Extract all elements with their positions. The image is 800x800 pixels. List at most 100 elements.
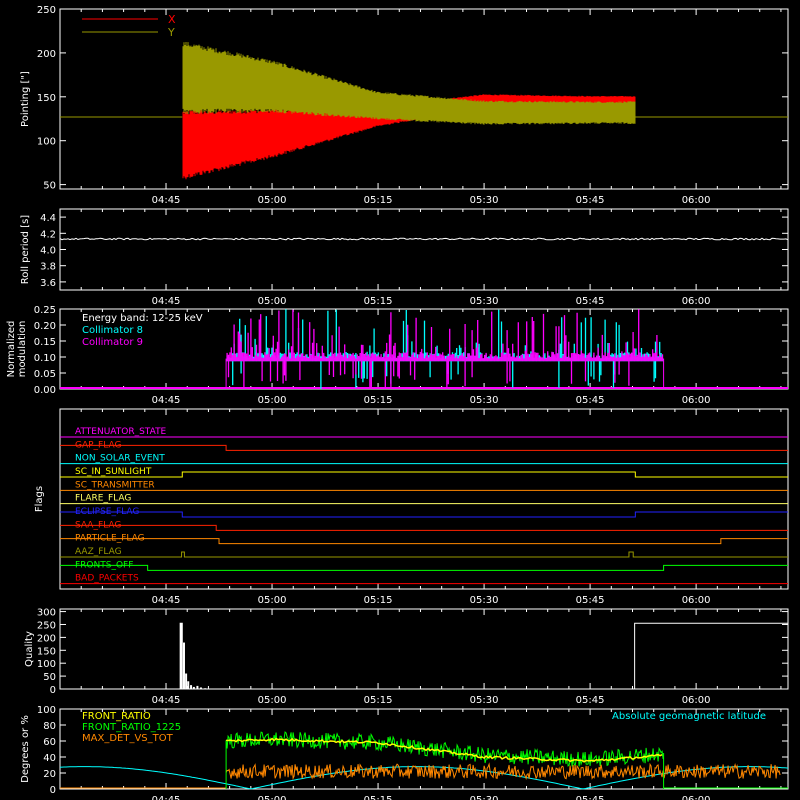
quality-bar bbox=[204, 688, 207, 689]
quality-bar bbox=[190, 685, 193, 689]
flag-line-eclipse-flag bbox=[60, 511, 788, 518]
flag-label-sc-in-sunlight: SC_IN_SUNLIGHT bbox=[75, 467, 152, 477]
y-tick-label: 150 bbox=[37, 646, 56, 657]
x-tick-label: 05:00 bbox=[258, 296, 287, 307]
panel-pointing: 04:45 05:00 05:15 05:30 05:45 06:00 50 100 150 20… bbox=[20, 5, 789, 206]
x-tick-label: 05:30 bbox=[470, 195, 499, 206]
quality-bar bbox=[196, 685, 199, 689]
x-tick-label: 05:15 bbox=[364, 195, 393, 206]
flag-line-gap-flag bbox=[60, 444, 788, 451]
x-tick-label: 05:00 bbox=[258, 595, 287, 606]
y-tick-label: 3.8 bbox=[40, 262, 56, 273]
x-tick-label: 05:45 bbox=[576, 695, 605, 706]
x-tick-label: 05:30 bbox=[470, 595, 499, 606]
quality-segment bbox=[179, 622, 183, 689]
x-tick-label: 05:30 bbox=[470, 795, 499, 800]
quality-segment bbox=[634, 622, 789, 689]
flag-line-saa-flag bbox=[60, 524, 788, 531]
legend-label-front-ratio-1225: FRONT_RATIO_1225 bbox=[82, 722, 181, 733]
y-axis-label: modulation bbox=[17, 321, 28, 378]
y-tick-label: 60 bbox=[43, 737, 56, 748]
y-tick-label: 50 bbox=[43, 181, 56, 192]
x-tick-label: 06:00 bbox=[682, 695, 711, 706]
collimator-9-bars bbox=[226, 309, 664, 389]
y-tick-label: 0.05 bbox=[34, 369, 56, 380]
flag-label-particle-flag: PARTICLE_FLAG bbox=[75, 534, 145, 544]
x-tick-label: 06:00 bbox=[682, 395, 711, 406]
x-tick-label: 04:45 bbox=[152, 695, 181, 706]
x-tick-label: 06:00 bbox=[682, 595, 711, 606]
chart-figure: 04:45 05:00 05:15 05:30 05:45 06:00 50 100 150 20… bbox=[0, 0, 800, 800]
plot-frame bbox=[59, 608, 789, 690]
x-tick-label: 05:45 bbox=[576, 395, 605, 406]
x-tick-label: 05:45 bbox=[576, 296, 605, 307]
x-tick-label: 04:45 bbox=[152, 595, 181, 606]
panel-roll: 04:45 05:00 05:15 05:30 05:45 06:00 3.6 3.8 4.0 4… bbox=[20, 208, 789, 307]
y-tick-label: 150 bbox=[37, 93, 56, 104]
flag-label-eclipse-flag: ECLIPSE_FLAG bbox=[75, 507, 139, 517]
y-tick-label: 100 bbox=[37, 705, 56, 716]
panel-flags: 04:45 05:00 05:15 05:30 05:45 06:00 Flags ATTEN… bbox=[34, 408, 789, 606]
y-tick-label: 100 bbox=[37, 659, 56, 670]
y-tick-label: 250 bbox=[37, 620, 56, 631]
x-tick-label: 06:00 bbox=[682, 195, 711, 206]
panel-quality: 04:45 05:00 05:15 05:30 05:45 06:00 0 50 100 150 2… bbox=[24, 608, 789, 706]
flag-label-saa-flag: SAA_FLAG bbox=[75, 520, 121, 530]
legend-label-y: Y bbox=[167, 26, 175, 39]
y-tick-label: 80 bbox=[43, 721, 56, 732]
y-tick-label: 20 bbox=[43, 769, 56, 780]
flag-label-flare-flag: FLARE_FLAG bbox=[75, 494, 131, 504]
x-tick-label: 05:15 bbox=[364, 795, 393, 800]
plot-frame bbox=[59, 408, 789, 590]
quality-bar bbox=[199, 687, 202, 689]
roll-period-line bbox=[59, 237, 789, 241]
x-tick-label: 05:00 bbox=[258, 795, 287, 800]
flag-label-bad-packets: BAD_PACKETS bbox=[75, 574, 139, 584]
flag-line-particle-flag bbox=[60, 538, 788, 545]
max-det-vs-tot-line bbox=[225, 762, 781, 781]
y-tick-label: 250 bbox=[37, 5, 56, 16]
flag-label-gap-flag: GAP_FLAG bbox=[75, 440, 121, 450]
flag-line-fronts-off bbox=[60, 564, 788, 571]
x-tick-label: 05:45 bbox=[576, 595, 605, 606]
x-tick-label: 05:15 bbox=[364, 595, 393, 606]
legend-label-max-det-vs-tot: MAX_DET_VS_TOT bbox=[82, 733, 174, 744]
x-tick-label: 05:00 bbox=[258, 195, 287, 206]
y-tick-label: 0.00 bbox=[34, 385, 56, 396]
flag-label-fronts-off: FRONTS_OFF bbox=[75, 560, 133, 570]
x-tick-label: 05:15 bbox=[364, 296, 393, 307]
y-axis-label: Roll period [s] bbox=[20, 215, 31, 284]
flag-label-aaz-flag: AAZ_FLAG bbox=[75, 547, 122, 557]
x-tick-label: 05:00 bbox=[258, 395, 287, 406]
y-tick-label: 200 bbox=[37, 49, 56, 60]
x-tick-label: 05:00 bbox=[258, 695, 287, 706]
quality-bar bbox=[187, 681, 190, 689]
y-tick-label: 40 bbox=[43, 753, 56, 764]
y-tick-label: 4.4 bbox=[40, 213, 56, 224]
x-tick-label: 05:45 bbox=[576, 195, 605, 206]
y-axis-label: Pointing ["] bbox=[20, 71, 31, 127]
y-axis-label: Degrees or % bbox=[20, 715, 31, 783]
x-tick-label: 05:30 bbox=[470, 395, 499, 406]
y-axis-label: Quality bbox=[24, 631, 35, 667]
y-tick-label: 0.15 bbox=[34, 337, 56, 348]
legend-label-front-ratio: FRONT_RATIO bbox=[82, 711, 151, 722]
x-tick-label: 06:00 bbox=[682, 795, 711, 800]
y-tick-label: 0.20 bbox=[34, 321, 56, 332]
chart-canvas: 04:45 05:00 05:15 05:30 05:45 06:00 50 100 150 20… bbox=[6, 5, 789, 800]
y-axis-label: Normalized bbox=[6, 321, 17, 378]
flag-label-non-solar-event: NON_SOLAR_EVENT bbox=[75, 454, 165, 464]
y-axis-label: Flags bbox=[34, 486, 45, 512]
legend-label-x: X bbox=[168, 13, 176, 26]
y-tick-label: 3.6 bbox=[40, 278, 56, 289]
quality-bar bbox=[192, 686, 195, 689]
quality-bar bbox=[185, 673, 188, 689]
y-tick-label: 4.0 bbox=[40, 246, 56, 257]
y-tick-label: 50 bbox=[43, 672, 56, 683]
y-tick-label: 0.25 bbox=[34, 305, 56, 316]
y-tick-label: 100 bbox=[37, 137, 56, 148]
y-tick-label: 4.2 bbox=[40, 229, 56, 240]
flag-line-aaz-flag bbox=[60, 551, 788, 558]
y-tick-label: 0 bbox=[50, 785, 56, 796]
legend-label-collimator-8: Collimator 8 bbox=[82, 325, 143, 336]
